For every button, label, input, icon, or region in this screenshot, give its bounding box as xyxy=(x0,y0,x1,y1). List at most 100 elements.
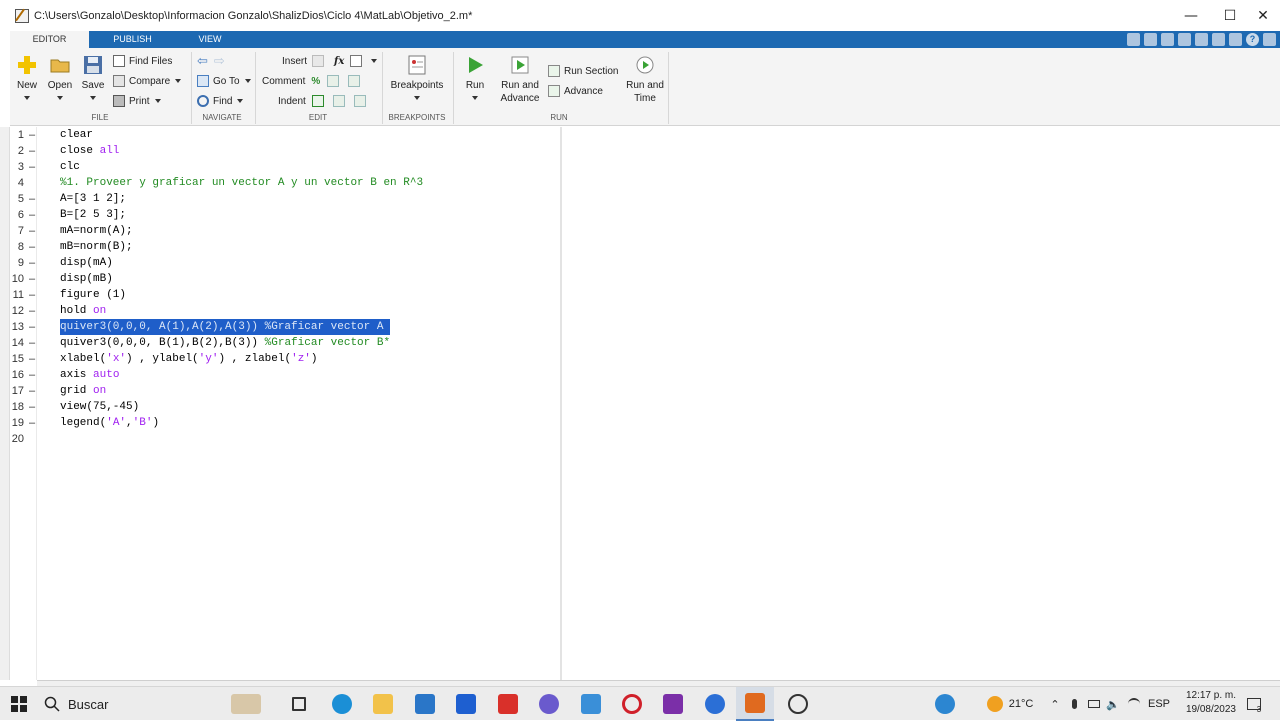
tab-publish[interactable]: PUBLISH xyxy=(96,31,169,48)
run-and-advance-button[interactable]: Run and Advance xyxy=(498,54,542,105)
taskbar-search[interactable]: Buscar xyxy=(44,687,214,721)
quick-access-toolbar: ? xyxy=(1127,31,1280,48)
group-label-breakpoints: BREAKPOINTS xyxy=(388,113,446,122)
uncomment-icon[interactable] xyxy=(327,75,340,87)
opera-icon[interactable] xyxy=(620,687,644,721)
forward-arrow-icon[interactable]: ⇨ xyxy=(214,54,225,69)
close-button[interactable]: ✕ xyxy=(1246,0,1280,31)
cut-icon[interactable] xyxy=(1144,33,1157,46)
file-explorer-icon[interactable] xyxy=(371,687,395,721)
back-arrow-icon[interactable]: ⇦ xyxy=(197,54,208,69)
folder-icon xyxy=(50,59,70,73)
code-line[interactable]: 11– figure (1) xyxy=(10,287,560,303)
smart-indent-icon[interactable] xyxy=(311,95,324,107)
volume-icon[interactable]: 🔈 xyxy=(1104,687,1122,721)
code-line[interactable]: 5– A=[3 1 2]; xyxy=(10,191,560,207)
percent-icon[interactable]: % xyxy=(311,76,320,87)
paste-icon[interactable] xyxy=(1178,33,1191,46)
start-button[interactable] xyxy=(4,687,34,721)
open-button[interactable]: Open xyxy=(46,54,74,100)
code-line[interactable]: 17– grid on xyxy=(10,383,560,399)
matlab-icon xyxy=(745,693,765,713)
expand-icon[interactable] xyxy=(1263,33,1276,46)
clock[interactable]: 12:17 p. m. 19/08/2023 xyxy=(1186,689,1236,717)
new-button[interactable]: New xyxy=(14,54,40,100)
insert-section-icon[interactable] xyxy=(312,55,325,67)
run-button[interactable]: Run xyxy=(460,54,490,100)
code-line[interactable]: 9– disp(mA) xyxy=(10,255,560,271)
code-line[interactable]: 19– legend('A','B') xyxy=(10,415,560,431)
code-line[interactable]: 2– close all xyxy=(10,143,560,159)
edge-browser-icon[interactable] xyxy=(330,687,354,721)
find-files-icon xyxy=(113,55,125,67)
onenote-icon[interactable] xyxy=(661,687,685,721)
insert-button[interactable]: Insert fx xyxy=(282,54,378,68)
find-files-button[interactable]: Find Files xyxy=(113,54,172,68)
battery-icon[interactable] xyxy=(1086,687,1102,721)
group-label-run: RUN xyxy=(550,113,568,122)
find-button[interactable]: Find xyxy=(197,94,244,108)
chrome-icon[interactable] xyxy=(537,687,561,721)
app-shortcut-icon[interactable] xyxy=(579,687,603,721)
advance-button[interactable]: Advance xyxy=(548,84,603,98)
compare-button[interactable]: Compare xyxy=(113,74,182,88)
screen-recorder-icon[interactable] xyxy=(786,687,810,721)
search-highlight-icon[interactable] xyxy=(216,687,276,721)
mail-icon[interactable] xyxy=(413,687,437,721)
tab-view[interactable]: VIEW xyxy=(176,31,244,48)
code-line[interactable]: 3– clc xyxy=(10,159,560,175)
vpn-app-icon[interactable] xyxy=(703,687,727,721)
code-line[interactable]: 16– axis auto xyxy=(10,367,560,383)
fx-icon[interactable]: fx xyxy=(334,56,344,67)
code-line[interactable]: 6– B=[2 5 3]; xyxy=(10,207,560,223)
sun-icon xyxy=(986,696,1003,712)
code-line[interactable]: 14– quiver3(0,0,0, B(1),B(2),B(3)) %Grafi… xyxy=(10,335,560,351)
comment-button[interactable]: Comment % xyxy=(262,74,364,88)
breakpoints-button[interactable]: Breakpoints xyxy=(388,54,446,100)
code-line[interactable]: 18– view(75,-45) xyxy=(10,399,560,415)
code-line[interactable]: 12– hold on xyxy=(10,303,560,319)
tab-editor[interactable]: EDITOR xyxy=(10,31,89,48)
microphone-icon[interactable] xyxy=(1066,687,1082,721)
run-and-time-button[interactable]: Run and Time xyxy=(624,54,666,105)
title-bar: C:\Users\Gonzalo\Desktop\Informacion Gon… xyxy=(0,0,1280,31)
indent-button[interactable]: Indent xyxy=(278,94,370,108)
find-label: Find xyxy=(213,95,233,107)
undo-icon[interactable] xyxy=(1195,33,1208,46)
switch-windows-icon[interactable] xyxy=(1229,33,1242,46)
language-indicator[interactable]: ESP xyxy=(1146,687,1172,721)
code-line-selected[interactable]: 13– quiver3(0,0,0, A(1),A(2),A(3)) %Grafi… xyxy=(10,319,560,335)
code-line[interactable]: 1– clear xyxy=(10,127,560,143)
code-line[interactable]: 10– disp(mB) xyxy=(10,271,560,287)
wifi-icon[interactable] xyxy=(1125,687,1143,721)
insert-label: Insert xyxy=(282,55,308,67)
save-icon[interactable] xyxy=(1127,33,1140,46)
code-line[interactable]: 7– mA=norm(A); xyxy=(10,223,560,239)
task-view-icon[interactable] xyxy=(288,687,310,721)
weather-widget[interactable]: 21°C xyxy=(975,687,1045,721)
code-editor[interactable]: 1– clear 2– close all 3– clc 4 %1. Proveer y… xyxy=(10,127,560,680)
code-line[interactable]: 4 %1. Proveer y graficar un vector A y un… xyxy=(10,175,560,191)
save-button[interactable]: Save xyxy=(80,54,106,100)
help-tray-icon[interactable] xyxy=(933,687,957,721)
help-icon[interactable]: ? xyxy=(1246,33,1259,46)
run-section-button[interactable]: Run Section xyxy=(548,64,618,78)
back-forward-buttons[interactable]: ⇦ ⇨ xyxy=(197,54,225,69)
insert-function-icon[interactable] xyxy=(350,55,363,67)
code-line[interactable]: 15– xlabel('x') , ylabel('y') , zlabel('z… xyxy=(10,351,560,367)
decrease-indent-icon[interactable] xyxy=(353,95,366,107)
notification-center-icon[interactable]: 3 xyxy=(1242,687,1266,721)
acrobat-icon[interactable] xyxy=(496,687,520,721)
print-button[interactable]: Print xyxy=(113,94,161,108)
code-line[interactable]: 20 xyxy=(10,431,560,447)
goto-icon xyxy=(197,75,209,87)
increase-indent-icon[interactable] xyxy=(332,95,345,107)
code-line[interactable]: 8– mB=norm(B); xyxy=(10,239,560,255)
dropbox-icon[interactable] xyxy=(454,687,478,721)
redo-icon[interactable] xyxy=(1212,33,1225,46)
goto-button[interactable]: Go To xyxy=(197,74,251,88)
copy-icon[interactable] xyxy=(1161,33,1174,46)
matlab-taskbar-button[interactable] xyxy=(736,687,774,721)
chevron-up-icon[interactable]: ⌃ xyxy=(1046,687,1064,721)
wrap-comments-icon[interactable] xyxy=(348,75,361,87)
